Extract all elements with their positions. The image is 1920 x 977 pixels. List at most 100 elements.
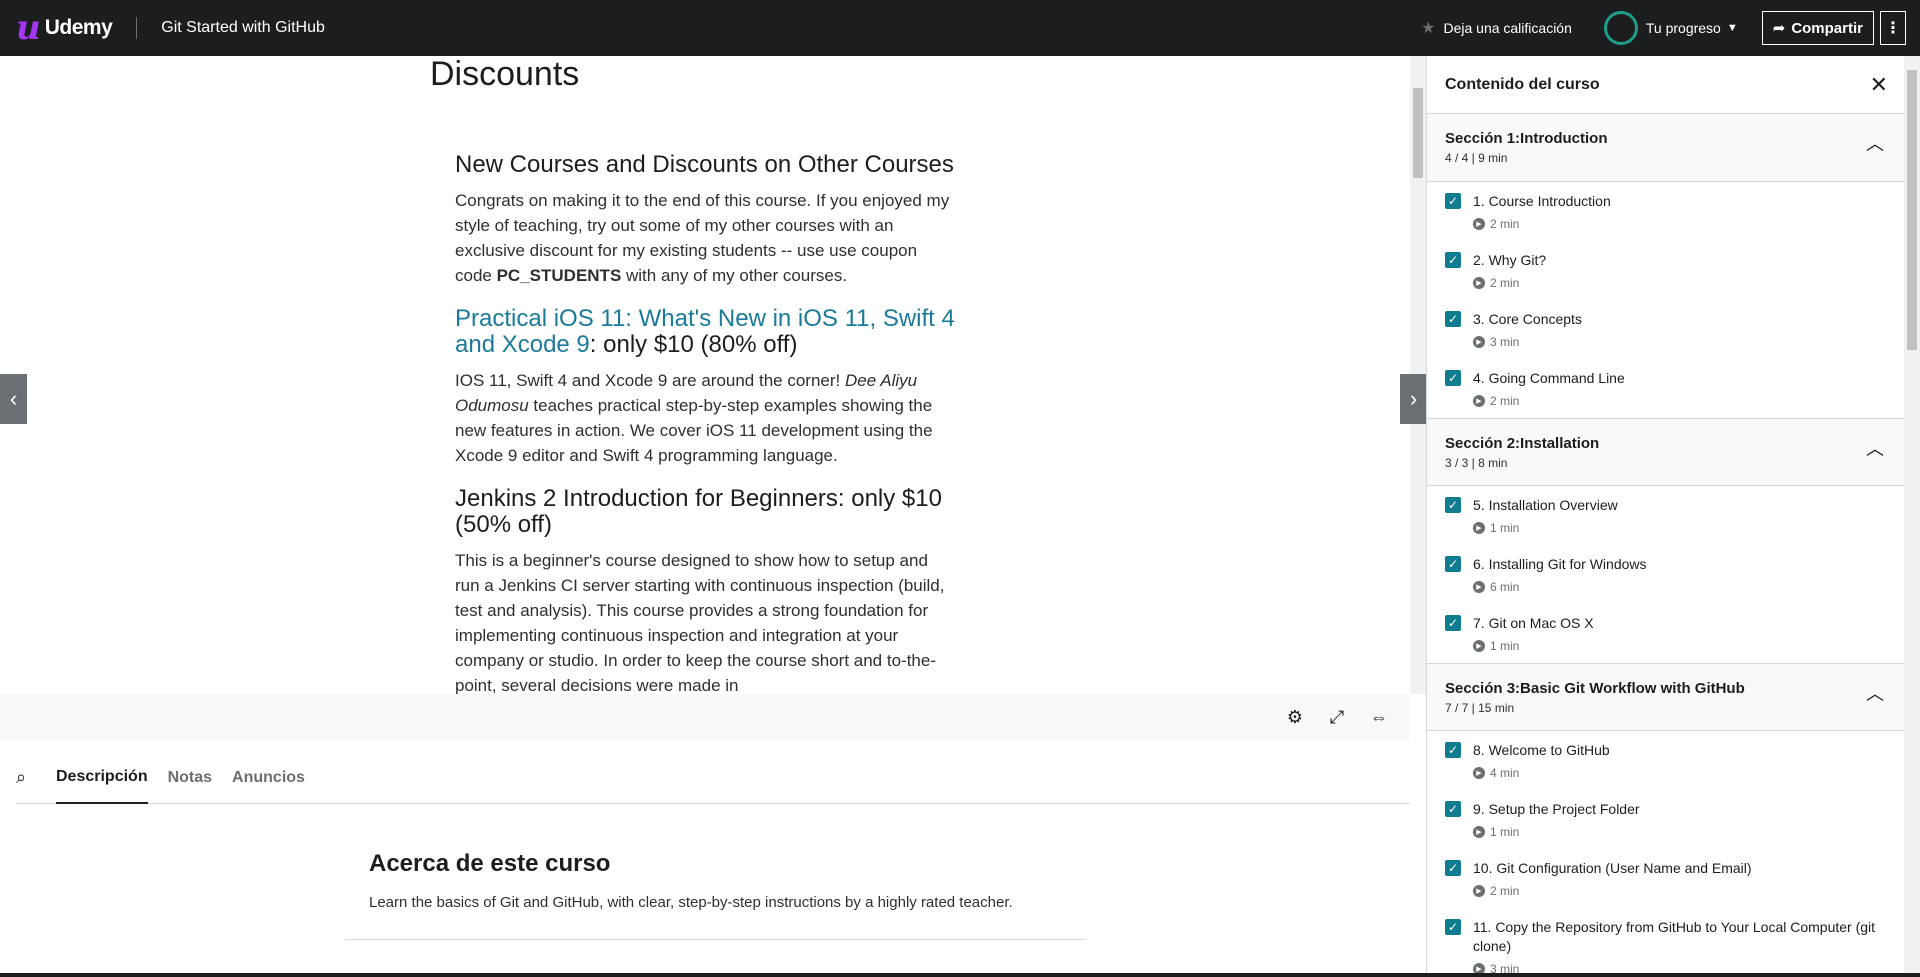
lecture-article: New Courses and Discounts on Other Cours…	[455, 152, 955, 695]
viewer-scrollbar-thumb[interactable]	[1413, 88, 1423, 178]
search-icon[interactable]: ⌕	[16, 767, 36, 788]
lecture-item[interactable]: ✓ 6. Installing Git for Windows ▶ 6 min	[1427, 545, 1904, 604]
article-paragraph-1: Congrats on making it to the end of this…	[455, 188, 955, 288]
lecture-item[interactable]: ✓ 10. Git Configuration (User Name and E…	[1427, 849, 1904, 908]
fullscreen-expand-icon[interactable]: ⤢	[1316, 707, 1358, 728]
share-button[interactable]: ➦ Compartir	[1761, 11, 1874, 45]
coupon-code: PC_STUDENTS	[496, 266, 622, 285]
lecture-item[interactable]: ✓ 7. Git on Mac OS X ▶ 1 min	[1427, 604, 1904, 663]
progress-dropdown[interactable]: Tu progreso ▼	[1603, 11, 1738, 45]
share-arrow-icon: ➦	[1772, 20, 1786, 37]
lecture-duration: ▶ 2 min	[1473, 394, 1886, 408]
course-title[interactable]: Git Started with GitHub	[161, 19, 325, 37]
viewer-controls-bar: ⚙ ⤢ ⇔	[0, 694, 1410, 740]
top-header: u Udemy Git Started with GitHub ★ Deja u…	[0, 0, 1920, 56]
tab-descripcion[interactable]: Descripción	[56, 752, 148, 804]
completed-checkbox[interactable]: ✓	[1445, 497, 1461, 513]
section-header[interactable]: Sección 3:Basic Git Workflow with GitHub…	[1427, 663, 1904, 731]
lecture-duration: ▶ 1 min	[1473, 521, 1886, 535]
section-header[interactable]: Sección 1:Introduction 4 / 4 | 9 min ︿	[1427, 114, 1904, 182]
lecture-item[interactable]: ✓ 5. Installation Overview ▶ 1 min	[1427, 486, 1904, 545]
lecture-duration: ▶ 2 min	[1473, 884, 1886, 898]
lecture-title: 8. Welcome to GitHub	[1473, 742, 1610, 758]
article-paragraph-2: IOS 11, Swift 4 and Xcode 9 are around t…	[455, 368, 955, 468]
about-divider	[345, 939, 1085, 940]
lecture-title: 5. Installation Overview	[1473, 497, 1618, 513]
lecture-body: 2. Why Git? ▶ 2 min	[1473, 251, 1886, 294]
theater-mode-icon[interactable]: ⇔	[1358, 707, 1400, 728]
play-circle-icon: ▶	[1473, 395, 1485, 407]
tab-anuncios[interactable]: Anuncios	[232, 752, 305, 804]
section-meta: 4 / 4 | 9 min	[1445, 151, 1508, 165]
duration-text: 1 min	[1490, 521, 1520, 535]
settings-gear-icon[interactable]: ⚙	[1274, 707, 1316, 728]
udemy-logo[interactable]: u Udemy	[16, 8, 113, 48]
close-icon[interactable]: ✕	[1870, 72, 1888, 98]
duration-text: 2 min	[1490, 394, 1520, 408]
completed-checkbox[interactable]: ✓	[1445, 311, 1461, 327]
share-label: Compartir	[1791, 19, 1863, 37]
udemy-logo-icon: u	[16, 8, 41, 48]
completed-checkbox[interactable]: ✓	[1445, 919, 1461, 935]
lecture-item[interactable]: ✓ 11. Copy the Repository from GitHub to…	[1427, 908, 1904, 977]
course-content-sidebar: Contenido del curso ✕ Sección 1:Introduc…	[1426, 56, 1904, 977]
rating-label: Deja una calificación	[1443, 20, 1572, 36]
lecture-item[interactable]: ✓ 2. Why Git? ▶ 2 min	[1427, 241, 1904, 300]
lecture-body: 11. Copy the Repository from GitHub to Y…	[1473, 918, 1886, 977]
play-circle-icon: ▶	[1473, 640, 1485, 652]
lecture-item[interactable]: ✓ 1. Course Introduction ▶ 2 min	[1427, 182, 1904, 241]
star-icon: ★	[1421, 20, 1436, 37]
completed-checkbox[interactable]: ✓	[1445, 252, 1461, 268]
lecture-body: 9. Setup the Project Folder ▶ 1 min	[1473, 800, 1886, 843]
play-circle-icon: ▶	[1473, 885, 1485, 897]
completed-checkbox[interactable]: ✓	[1445, 615, 1461, 631]
section-title: Sección 3:Basic Git Workflow with GitHub	[1445, 680, 1745, 697]
lecture-duration: ▶ 3 min	[1473, 335, 1886, 349]
about-text: Learn the basics of Git and GitHub, with…	[369, 894, 1013, 911]
lecture-item[interactable]: ✓ 4. Going Command Line ▶ 2 min	[1427, 359, 1904, 418]
lecture-duration: ▶ 2 min	[1473, 217, 1886, 231]
play-circle-icon: ▶	[1473, 522, 1485, 534]
next-lecture-button[interactable]: ›	[1400, 374, 1427, 424]
lecture-item[interactable]: ✓ 8. Welcome to GitHub ▶ 4 min	[1427, 731, 1904, 790]
heading-text: : only $10 (80% off)	[589, 331, 798, 358]
article-heading-3: Jenkins 2 Introduction for Beginners: on…	[455, 485, 942, 538]
sidebar-scrollbar[interactable]	[1904, 56, 1920, 977]
lecture-item[interactable]: ✓ 3. Core Concepts ▶ 3 min	[1427, 300, 1904, 359]
lecture-content: Discounts New Courses and Discounts on O…	[430, 56, 970, 694]
lecture-duration: ▶ 4 min	[1473, 766, 1886, 780]
lecture-title: 4. Going Command Line	[1473, 370, 1625, 386]
completed-checkbox[interactable]: ✓	[1445, 801, 1461, 817]
progress-ring-icon	[1603, 11, 1638, 45]
lecture-item[interactable]: ✓ 9. Setup the Project Folder ▶ 1 min	[1427, 790, 1904, 849]
article-heading-2: Practical iOS 11: What's New in iOS 11, …	[455, 306, 955, 358]
duration-text: 4 min	[1490, 766, 1520, 780]
leave-rating-button[interactable]: ★ Deja una calificación	[1421, 18, 1572, 38]
completed-checkbox[interactable]: ✓	[1445, 193, 1461, 209]
tab-notas[interactable]: Notas	[168, 752, 212, 804]
previous-lecture-button[interactable]: ‹	[0, 374, 27, 424]
duration-text: 2 min	[1490, 276, 1520, 290]
about-course: Acerca de este curso Learn the basics of…	[345, 850, 1085, 940]
chevron-up-icon: ︿	[1866, 134, 1884, 154]
completed-checkbox[interactable]: ✓	[1445, 742, 1461, 758]
sidebar-title: Contenido del curso	[1445, 75, 1600, 93]
chevron-up-icon: ︿	[1866, 439, 1884, 459]
course-tabs: ⌕ Descripción Notas Anuncios	[16, 752, 1410, 804]
more-options-button[interactable]: ⋮	[1880, 11, 1906, 45]
header-divider	[136, 17, 138, 39]
completed-checkbox[interactable]: ✓	[1445, 556, 1461, 572]
duration-text: 2 min	[1490, 217, 1520, 231]
completed-checkbox[interactable]: ✓	[1445, 860, 1461, 876]
lecture-title: 2. Why Git?	[1473, 252, 1547, 268]
lecture-body: 7. Git on Mac OS X ▶ 1 min	[1473, 614, 1886, 657]
article-paragraph-3: This is a beginner's course designed to …	[455, 551, 945, 694]
logo-text: Udemy	[44, 16, 113, 39]
section-title: Sección 1:Introduction	[1445, 130, 1608, 147]
play-circle-icon: ▶	[1473, 767, 1485, 779]
completed-checkbox[interactable]: ✓	[1445, 370, 1461, 386]
section-meta: 3 / 3 | 8 min	[1445, 456, 1508, 470]
lecture-body: 1. Course Introduction ▶ 2 min	[1473, 192, 1886, 235]
section-header[interactable]: Sección 2:Installation 3 / 3 | 8 min ︿	[1427, 418, 1904, 486]
sidebar-scrollbar-thumb[interactable]	[1907, 70, 1917, 350]
